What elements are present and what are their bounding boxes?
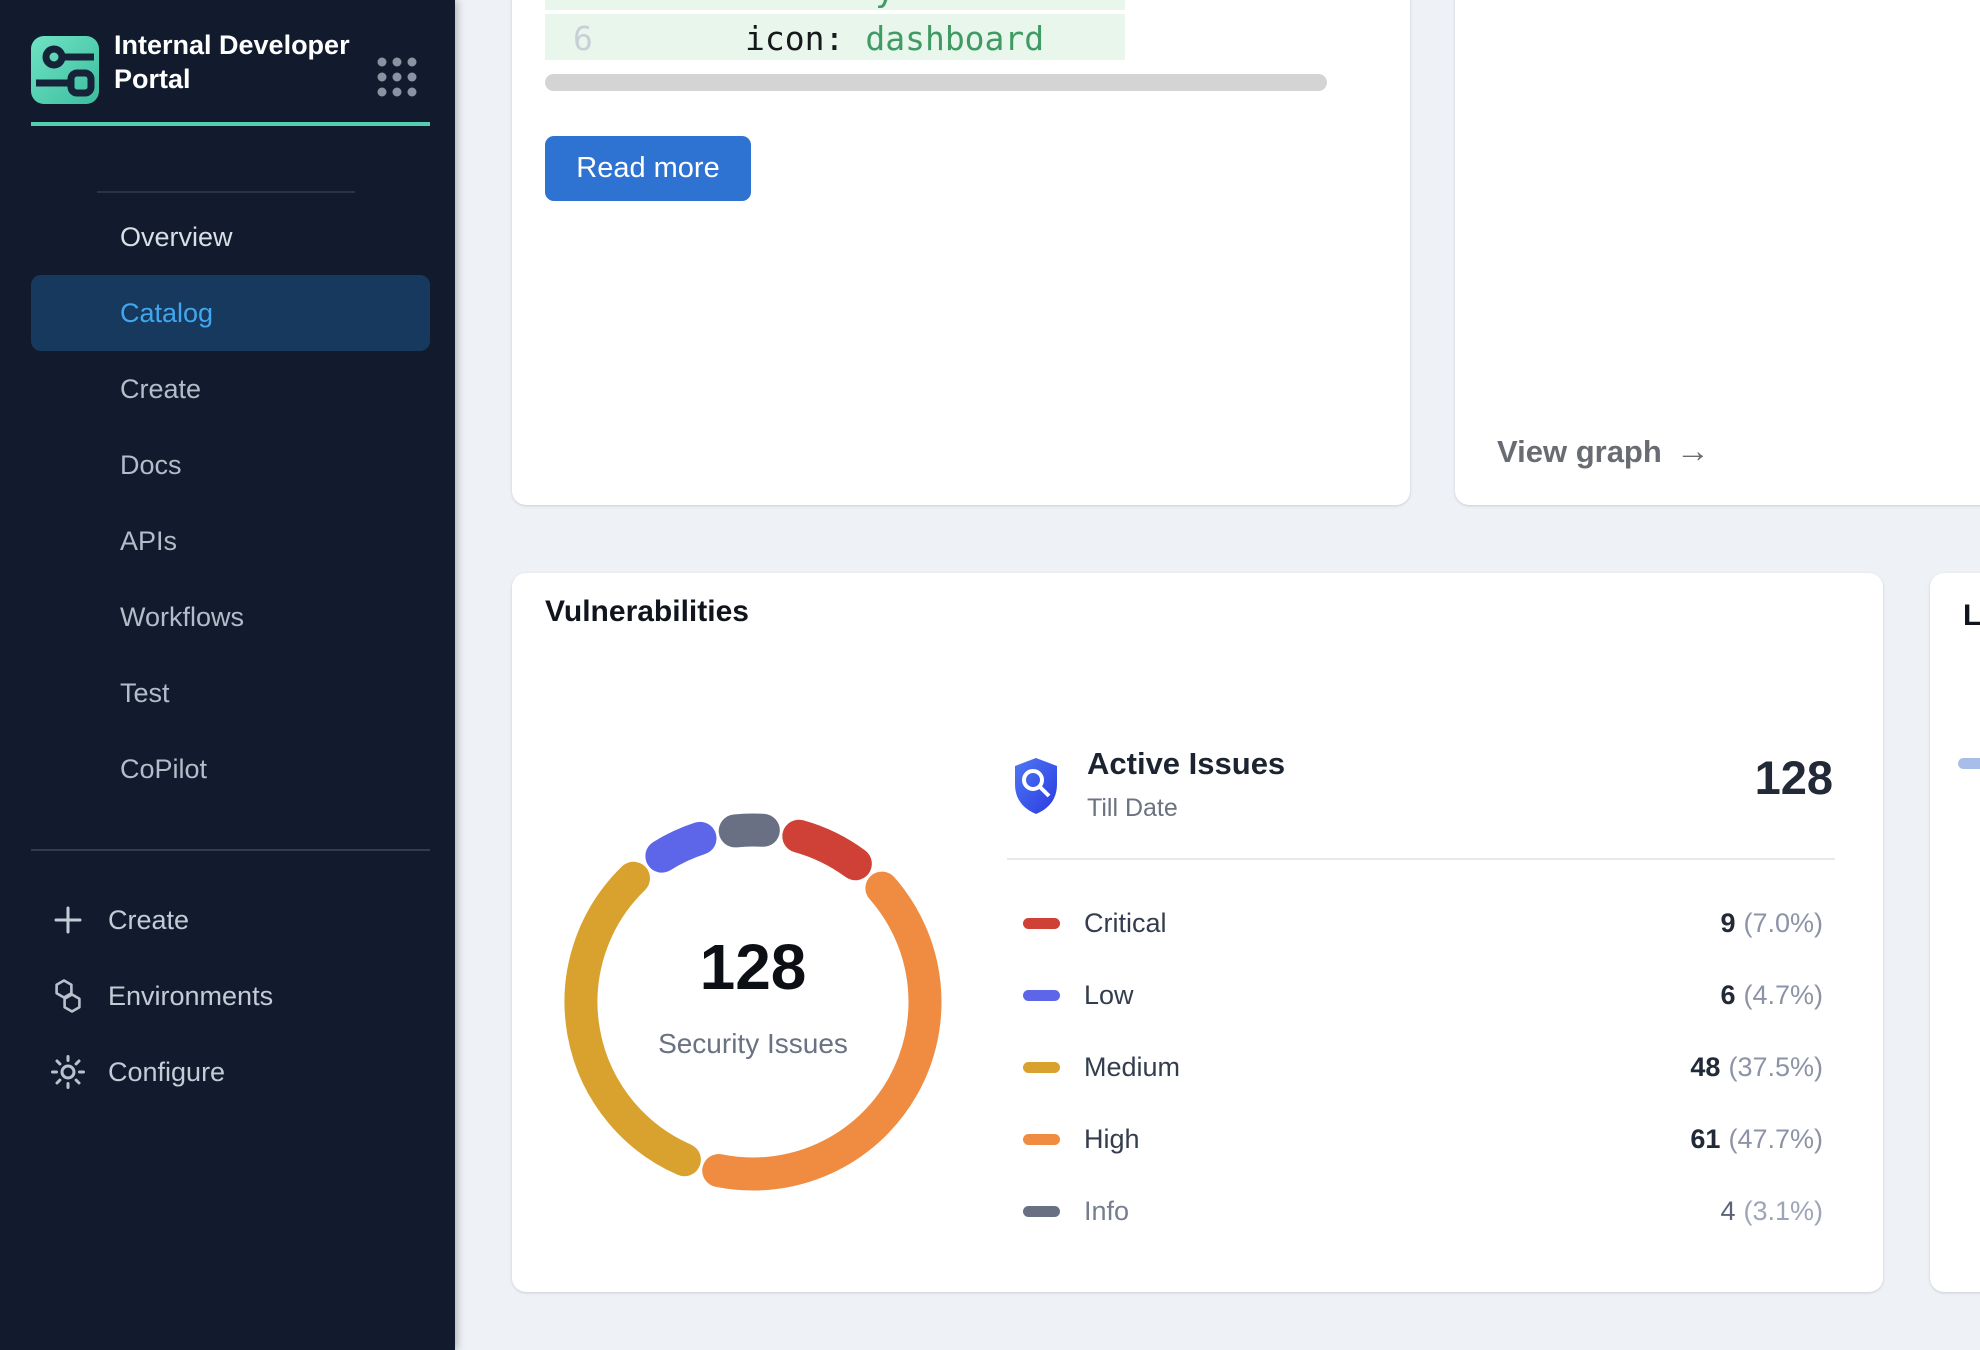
legend-label: Critical (1084, 908, 1167, 939)
line-number: 6 (573, 19, 593, 58)
summary-value: 128 (1755, 750, 1835, 805)
view-graph-label: View graph (1497, 434, 1662, 470)
summary-subtitle: Till Date (1087, 794, 1285, 823)
sidebar-action-create[interactable]: Create (31, 882, 430, 958)
sidebar-item-label: APIs (120, 526, 177, 557)
sidebar-divider (31, 849, 430, 851)
active-issues-summary: Active Issues Till Date 128 (1007, 746, 1835, 823)
vulnerabilities-card: Vulnerabilities 128 Security Issues (512, 573, 1883, 1292)
card-title: Vulnerabilities (545, 595, 749, 629)
summary-text: Active Issues Till Date (1087, 746, 1285, 823)
partial-card-title: L (1963, 599, 1980, 633)
sidebar-item-label: Create (120, 374, 201, 405)
arrow-right-icon: → (1676, 432, 1710, 471)
legend-value: 9(7.0%) (1720, 908, 1823, 939)
apps-grid-icon[interactable] (376, 56, 418, 103)
legend-color-pill (1023, 990, 1060, 1001)
yaml-key: icon: (745, 19, 844, 58)
legend-row-critical: Critical 9(7.0%) (1007, 887, 1835, 959)
sidebar-item-label: Test (120, 678, 170, 709)
legend-row-high: High 61(47.7%) (1007, 1103, 1835, 1175)
panel-divider (1007, 858, 1835, 860)
app-title: Internal Developer Portal (114, 28, 364, 96)
security-issues-donut-chart: 128 Security Issues (552, 801, 954, 1203)
sidebar-item-label: Docs (120, 450, 182, 481)
legend-row-info: Info 4(3.1%) (1007, 1175, 1835, 1247)
legend-value: 48(37.5%) (1690, 1052, 1823, 1083)
code-line: 6 icon: dashboard (545, 14, 1125, 60)
sidebar-action-label: Create (108, 905, 189, 936)
sidebar-action-configure[interactable]: Configure (31, 1034, 430, 1110)
plus-icon (50, 902, 86, 938)
partial-bar-chart-fragment (1958, 758, 1980, 769)
legend-color-pill (1023, 1206, 1060, 1217)
sidebar-divider (97, 191, 355, 193)
sidebar-item-create[interactable]: Create (31, 351, 430, 427)
legend-color-pill (1023, 918, 1060, 929)
read-more-button[interactable]: Read more (545, 136, 751, 201)
sidebar-item-apis[interactable]: APIs (31, 503, 430, 579)
sidebar-item-label: Catalog (120, 298, 213, 329)
summary-title: Active Issues (1087, 746, 1285, 782)
sidebar-item-label: Workflows (120, 602, 244, 633)
code-text: icon: dashboard (745, 19, 1044, 58)
gear-icon (50, 1054, 86, 1090)
partial-card: L (1930, 573, 1980, 1292)
shield-search-icon (1011, 756, 1061, 821)
sidebar-item-label: Overview (120, 222, 233, 253)
legend-row-medium: Medium 48(37.5%) (1007, 1031, 1835, 1103)
hexagons-icon (50, 978, 86, 1014)
legend-color-pill (1023, 1062, 1060, 1073)
sidebar-actions: Create Environments Configu (31, 882, 430, 1110)
app-logo-icon (31, 36, 99, 104)
sidebar-item-label: CoPilot (120, 754, 207, 785)
legend-label: Info (1084, 1196, 1129, 1227)
sidebar-item-test[interactable]: Test (31, 655, 430, 731)
sidebar-item-catalog[interactable]: Catalog (31, 275, 430, 351)
sidebar-action-label: Configure (108, 1057, 225, 1088)
sidebar-nav: Overview Catalog Create Docs APIs Workfl… (31, 199, 430, 807)
donut-center: 128 Security Issues (552, 801, 954, 1203)
graph-card: View graph → (1455, 0, 1980, 505)
code-line-partial: y (545, 0, 1125, 10)
legend-value: 4(3.1%) (1720, 1196, 1823, 1227)
legend-color-pill (1023, 1134, 1060, 1145)
sidebar-action-environments[interactable]: Environments (31, 958, 430, 1034)
donut-total-label: Security Issues (658, 1028, 848, 1060)
sidebar-item-workflows[interactable]: Workflows (31, 579, 430, 655)
legend-value: 6(4.7%) (1720, 980, 1823, 1011)
legend-row-low: Low 6(4.7%) (1007, 959, 1835, 1031)
sidebar-item-copilot[interactable]: CoPilot (31, 731, 430, 807)
severity-legend: Critical 9(7.0%) Low 6(4.7%) Medium 48(3… (1007, 887, 1835, 1247)
code-fragment: y (875, 0, 895, 10)
sidebar-item-docs[interactable]: Docs (31, 427, 430, 503)
view-graph-link[interactable]: View graph → (1497, 432, 1710, 471)
code-card: y 6 icon: dashboard Read more (512, 0, 1410, 505)
sidebar: Internal Developer Portal Overview Catal… (0, 0, 455, 1350)
legend-value: 61(47.7%) (1690, 1124, 1823, 1155)
donut-total: 128 (700, 930, 807, 1004)
legend-label: Low (1084, 980, 1134, 1011)
vulnerabilities-detail-panel: Active Issues Till Date 128 Critical 9(7… (1007, 746, 1835, 823)
legend-label: Medium (1084, 1052, 1180, 1083)
sidebar-item-overview[interactable]: Overview (31, 199, 430, 275)
yaml-value: dashboard (865, 19, 1044, 58)
sidebar-accent-rule (31, 122, 430, 126)
legend-label: High (1084, 1124, 1140, 1155)
sidebar-action-label: Environments (108, 981, 273, 1012)
horizontal-scrollbar[interactable] (545, 74, 1327, 91)
